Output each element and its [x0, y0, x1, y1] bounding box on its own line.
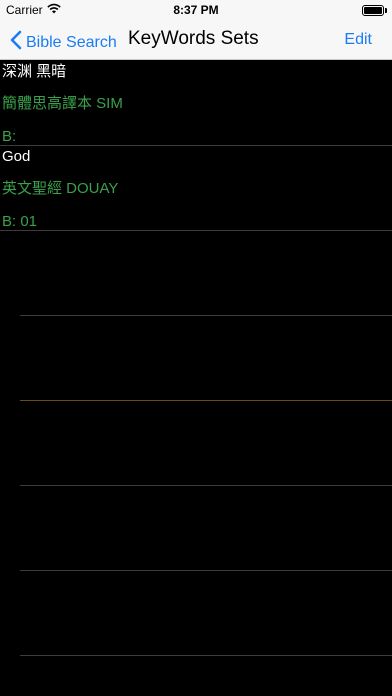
battery-cap [385, 8, 387, 13]
page-title: KeyWords Sets [128, 28, 259, 49]
empty-row-separator [20, 315, 392, 316]
row-separator [0, 145, 392, 146]
keywords-text: 深渊 黑暗 [2, 63, 67, 80]
empty-row-separator [20, 400, 392, 401]
status-bar: Carrier 8:37 PM [0, 0, 392, 22]
edit-button[interactable]: Edit [344, 31, 372, 49]
row-separator [0, 230, 392, 231]
chevron-left-icon [10, 30, 26, 55]
books-text: B: 01 [2, 213, 38, 230]
battery-fill [364, 7, 382, 14]
empty-row-separator [20, 655, 392, 656]
empty-row-separator [20, 570, 392, 571]
translation-text: 簡體思高譯本 SIM [2, 95, 123, 112]
status-time: 8:37 PM [173, 3, 219, 17]
books-text: B: [2, 128, 17, 145]
translation-text: 英文聖經 DOUAY [2, 180, 119, 197]
keywords-text: God [2, 148, 31, 165]
back-button-label: Bible Search [26, 33, 117, 51]
navigation-bar: Bible Search KeyWords Sets Edit [0, 22, 392, 60]
battery-icon [362, 5, 384, 16]
empty-row-separator [20, 485, 392, 486]
back-button[interactable]: Bible Search [10, 30, 117, 55]
